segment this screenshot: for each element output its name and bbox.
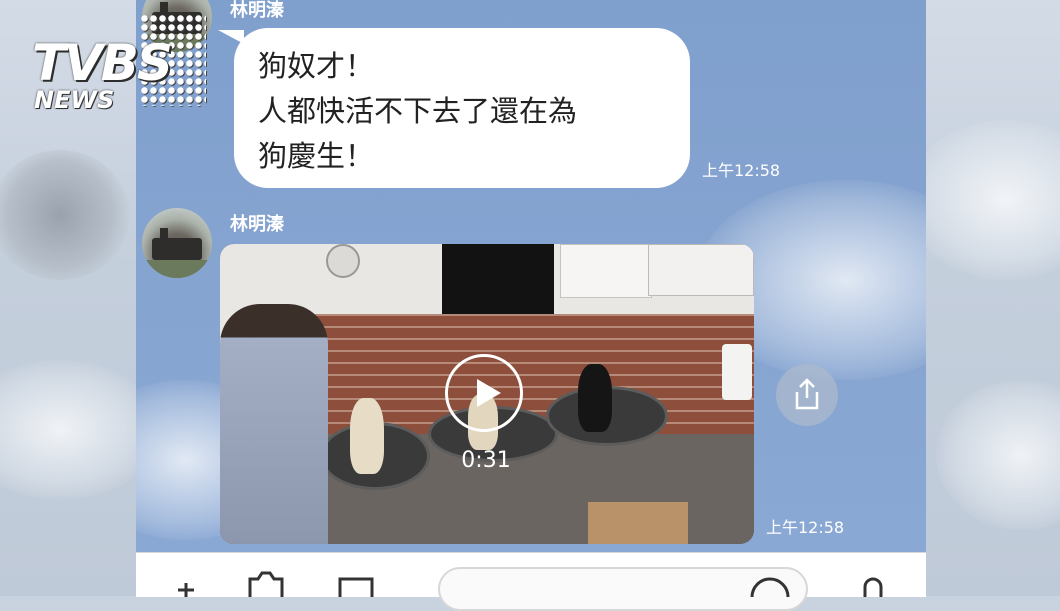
message-timestamp: 上午12:58 (766, 518, 845, 537)
message-line: 人都快活不下去了還在為 (258, 94, 578, 128)
image-icon[interactable] (336, 563, 376, 597)
share-button[interactable] (776, 364, 838, 426)
video-scene-dog (350, 398, 384, 474)
right-background (906, 0, 1060, 596)
blurred-avatar-shadow (0, 150, 130, 280)
video-scene-poster (560, 244, 652, 298)
logo-subtitle: NEWS (34, 86, 115, 114)
plus-icon[interactable] (174, 563, 198, 597)
video-scene-clock (326, 244, 360, 278)
video-scene-person (220, 304, 328, 544)
tvbs-logo: TVBS NEWS (22, 12, 222, 114)
video-scene-appliance (722, 344, 752, 400)
message-line: 狗慶生！ (258, 139, 375, 173)
message-timestamp: 上午12:58 (702, 161, 781, 180)
video-scene-table (588, 502, 688, 544)
message-line: 狗奴才！ (258, 49, 375, 83)
microphone-icon[interactable] (858, 563, 888, 597)
share-icon (795, 378, 819, 410)
sender-avatar[interactable] (142, 208, 212, 278)
video-message[interactable]: 0:31 (220, 244, 754, 544)
cloud-decoration (936, 380, 1060, 530)
sender-name: 林明溱 (230, 0, 284, 21)
logo-brand: TVBS (32, 34, 173, 92)
video-scene-board (648, 244, 754, 296)
camera-icon[interactable] (246, 563, 286, 597)
video-scene-tv (442, 244, 554, 314)
message-input-bar (136, 552, 926, 611)
sender-name: 林明溱 (230, 214, 284, 235)
play-icon (477, 379, 501, 407)
video-scene-dog (578, 364, 612, 432)
emoji-icon[interactable] (748, 563, 792, 597)
video-duration: 0:31 (461, 448, 511, 473)
text-message-bubble[interactable]: 狗奴才！ 人都快活不下去了還在為 狗慶生！ (234, 28, 690, 188)
cloud-decoration (906, 120, 1060, 280)
play-button[interactable] (445, 354, 523, 432)
